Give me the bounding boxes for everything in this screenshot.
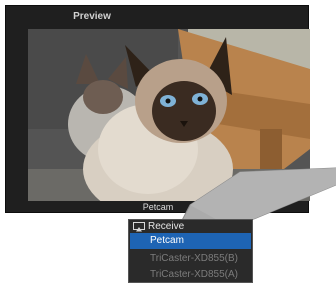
menu-header: Receive: [129, 220, 252, 233]
airplay-receive-icon: [133, 222, 145, 232]
receive-dropdown-menu: Receive Petcam TriCaster-XD855(B) TriCas…: [128, 219, 253, 283]
panel-title: Preview: [73, 11, 111, 22]
source-label: Petcam: [142, 202, 174, 212]
menu-item-petcam[interactable]: Petcam: [130, 233, 251, 249]
preview-video: [28, 29, 310, 201]
cat-photo: [28, 29, 310, 201]
menu-header-label: Receive: [148, 221, 185, 232]
menu-item-tricaster-xd855-a[interactable]: TriCaster-XD855(A): [130, 267, 251, 283]
preview-panel: Preview Petcam: [5, 5, 310, 213]
menu-item-tricaster-xd855-b[interactable]: TriCaster-XD855(B): [130, 251, 251, 267]
